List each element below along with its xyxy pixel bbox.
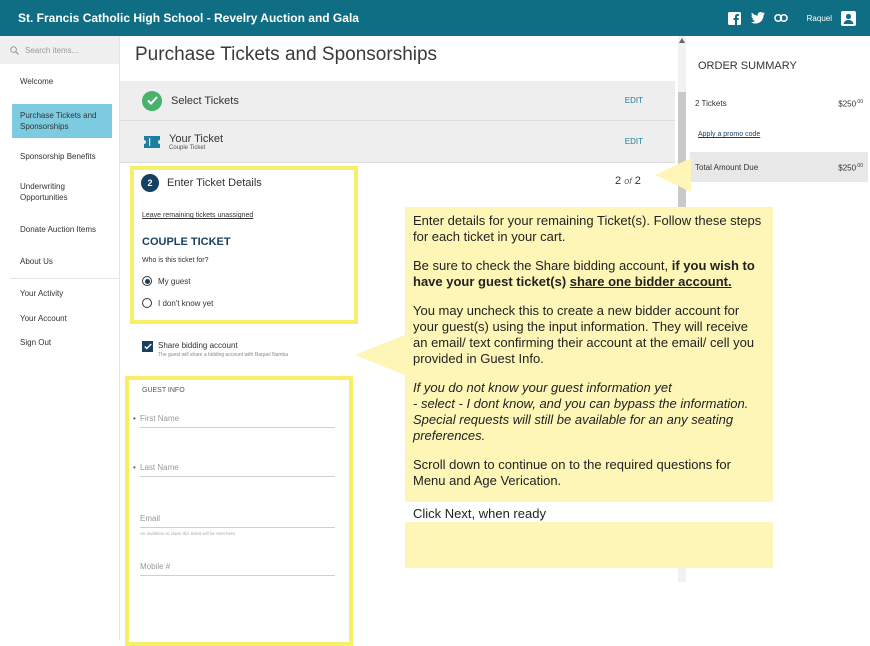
email-field[interactable]: Email: [140, 514, 335, 528]
share-label: Share bidding account: [158, 341, 238, 350]
sidebar-item-activity[interactable]: Your Activity: [0, 288, 120, 299]
callout-p2-underline: share one bidder account.: [569, 274, 732, 289]
sidebar-item-donate[interactable]: Donate Auction Items: [0, 224, 120, 235]
nav-label: Donate Auction Items: [20, 225, 97, 234]
nav-label: Your Activity: [20, 289, 64, 298]
radio-selected-icon[interactable]: [142, 276, 152, 286]
checkbox-checked-icon[interactable]: [142, 341, 153, 352]
tickets-amount: $250: [838, 99, 857, 109]
tickets-line: 2 Tickets $250.00: [695, 99, 863, 109]
counter-current: 2: [615, 175, 622, 187]
step-label: Select Tickets: [171, 94, 239, 107]
nav-label: Purchase Tickets and Sponsorships: [12, 104, 112, 138]
callout-p4-line2: - select - I dont know, and you can bypa…: [413, 396, 749, 443]
email-hint: An invitation to claim this ticket will …: [140, 531, 237, 536]
step-enter-details: 2 Enter Ticket Details: [141, 174, 262, 192]
ticket-counter: 2 of 2: [615, 175, 641, 187]
user-name[interactable]: Raquel: [807, 14, 832, 23]
share-bidding-checkbox-row[interactable]: Share bidding account The guest will sha…: [142, 341, 288, 358]
callout-p4-line1: If you do not know your guest informatio…: [413, 380, 672, 395]
app-header: St. Francis Catholic High School - Revel…: [0, 0, 870, 36]
radio-unselected-icon[interactable]: [142, 298, 152, 308]
callout-p2-text: Be sure to check the Share bidding accou…: [413, 258, 672, 273]
page-title: Purchase Tickets and Sponsorships: [135, 44, 438, 65]
email-placeholder: Email: [140, 514, 161, 523]
promo-code-link[interactable]: Apply a promo code: [698, 131, 760, 138]
share-hint: The guest will share a bidding account w…: [158, 352, 289, 358]
callout-arrow-share: [355, 334, 407, 376]
twitter-icon[interactable]: [750, 11, 765, 25]
step-sublabel: Couple Ticket: [169, 144, 206, 151]
link-icon[interactable]: [773, 11, 788, 25]
sidebar-item-sponsorship-benefits[interactable]: Sponsorship Benefits: [0, 151, 120, 162]
counter-total: 2: [634, 175, 641, 187]
counter-of: of: [624, 176, 632, 186]
nav-label: About Us: [20, 257, 53, 266]
who-for-label: Who is this ticket for?: [142, 257, 209, 264]
sidebar: Search items... Welcome Purchase Tickets…: [0, 36, 120, 640]
search-input[interactable]: Search items...: [25, 46, 78, 55]
guest-info-heading: GUEST INFO: [142, 387, 185, 394]
step-select-tickets: Select Tickets EDIT: [120, 81, 675, 121]
radio-dont-know[interactable]: I don't know yet: [142, 298, 213, 308]
first-name-placeholder: First Name: [140, 414, 180, 423]
callout-p3: You may uncheck this to create a new bid…: [413, 303, 755, 366]
nav-divider: [10, 278, 120, 279]
mobile-field[interactable]: Mobile #: [140, 562, 335, 576]
step-your-ticket: Your Ticket Couple Ticket EDIT: [120, 121, 675, 163]
edit-select-tickets-link[interactable]: EDIT: [625, 96, 643, 105]
first-name-field[interactable]: • First Name: [133, 414, 335, 428]
total-amount: $250: [838, 163, 857, 173]
callout-p6: Click Next, when ready: [405, 502, 773, 522]
total-line: Total Amount Due $250.00: [695, 163, 863, 173]
sidebar-item-purchase-tickets[interactable]: Purchase Tickets and Sponsorships: [0, 104, 120, 138]
mobile-placeholder: Mobile #: [140, 562, 171, 571]
step-label: Your Ticket: [169, 132, 224, 145]
facebook-icon[interactable]: [728, 11, 742, 25]
sidebar-item-sign-out[interactable]: Sign Out: [0, 337, 120, 348]
last-name-placeholder: Last Name: [140, 463, 179, 472]
step-label: Enter Ticket Details: [167, 177, 262, 189]
scroll-up-icon[interactable]: [679, 38, 685, 43]
sidebar-item-account[interactable]: Your Account: [0, 313, 120, 324]
callout-p1: Enter details for your remaining Ticket(…: [413, 213, 762, 244]
sidebar-item-underwriting[interactable]: Underwriting Opportunities: [0, 181, 110, 203]
ticket-icon: [144, 135, 160, 148]
radio-label: I don't know yet: [158, 298, 214, 308]
callout-p2: Be sure to check the Share bidding accou…: [413, 258, 765, 290]
sidebar-item-welcome[interactable]: Welcome: [0, 76, 120, 87]
order-summary-title: ORDER SUMMARY: [698, 60, 797, 72]
callout-p4: If you do not know your guest informatio…: [413, 380, 765, 444]
search-icon: [10, 45, 19, 55]
highlight-ticket-details: 2 Enter Ticket Details Leave remaining t…: [130, 166, 358, 324]
radio-my-guest[interactable]: My guest: [142, 276, 190, 286]
user-icon[interactable]: [841, 10, 856, 26]
radio-label: My guest: [158, 276, 191, 286]
tickets-label: 2 Tickets: [695, 99, 727, 108]
edit-your-ticket-link[interactable]: EDIT: [625, 137, 643, 146]
site-title: St. Francis Catholic High School - Revel…: [18, 11, 359, 25]
ticket-type-heading: COUPLE TICKET: [142, 236, 231, 248]
total-cents: .00: [856, 163, 863, 169]
search-box[interactable]: Search items...: [0, 36, 119, 64]
sidebar-item-about[interactable]: About Us: [0, 256, 120, 267]
instruction-callout: Enter details for your remaining Ticket(…: [405, 207, 773, 568]
leave-unassigned-link[interactable]: Leave remaining tickets unassigned: [142, 212, 253, 219]
nav-label: Your Account: [20, 314, 67, 323]
highlight-guest-info: GUEST INFO • First Name • Last Name Email …: [125, 376, 353, 646]
check-icon: [142, 90, 162, 111]
step-number-badge: 2: [141, 174, 159, 192]
last-name-field[interactable]: • Last Name: [133, 463, 335, 477]
nav-label: Welcome: [20, 77, 54, 86]
callout-arrow-summary: [655, 158, 691, 192]
total-label: Total Amount Due: [695, 163, 759, 172]
tickets-cents: .00: [856, 99, 863, 105]
nav-label: Sign Out: [20, 338, 52, 347]
nav-label: Sponsorship Benefits: [20, 152, 96, 161]
nav-label: Underwriting Opportunities: [20, 182, 68, 202]
callout-p5: Scroll down to continue on to the requir…: [413, 457, 731, 488]
